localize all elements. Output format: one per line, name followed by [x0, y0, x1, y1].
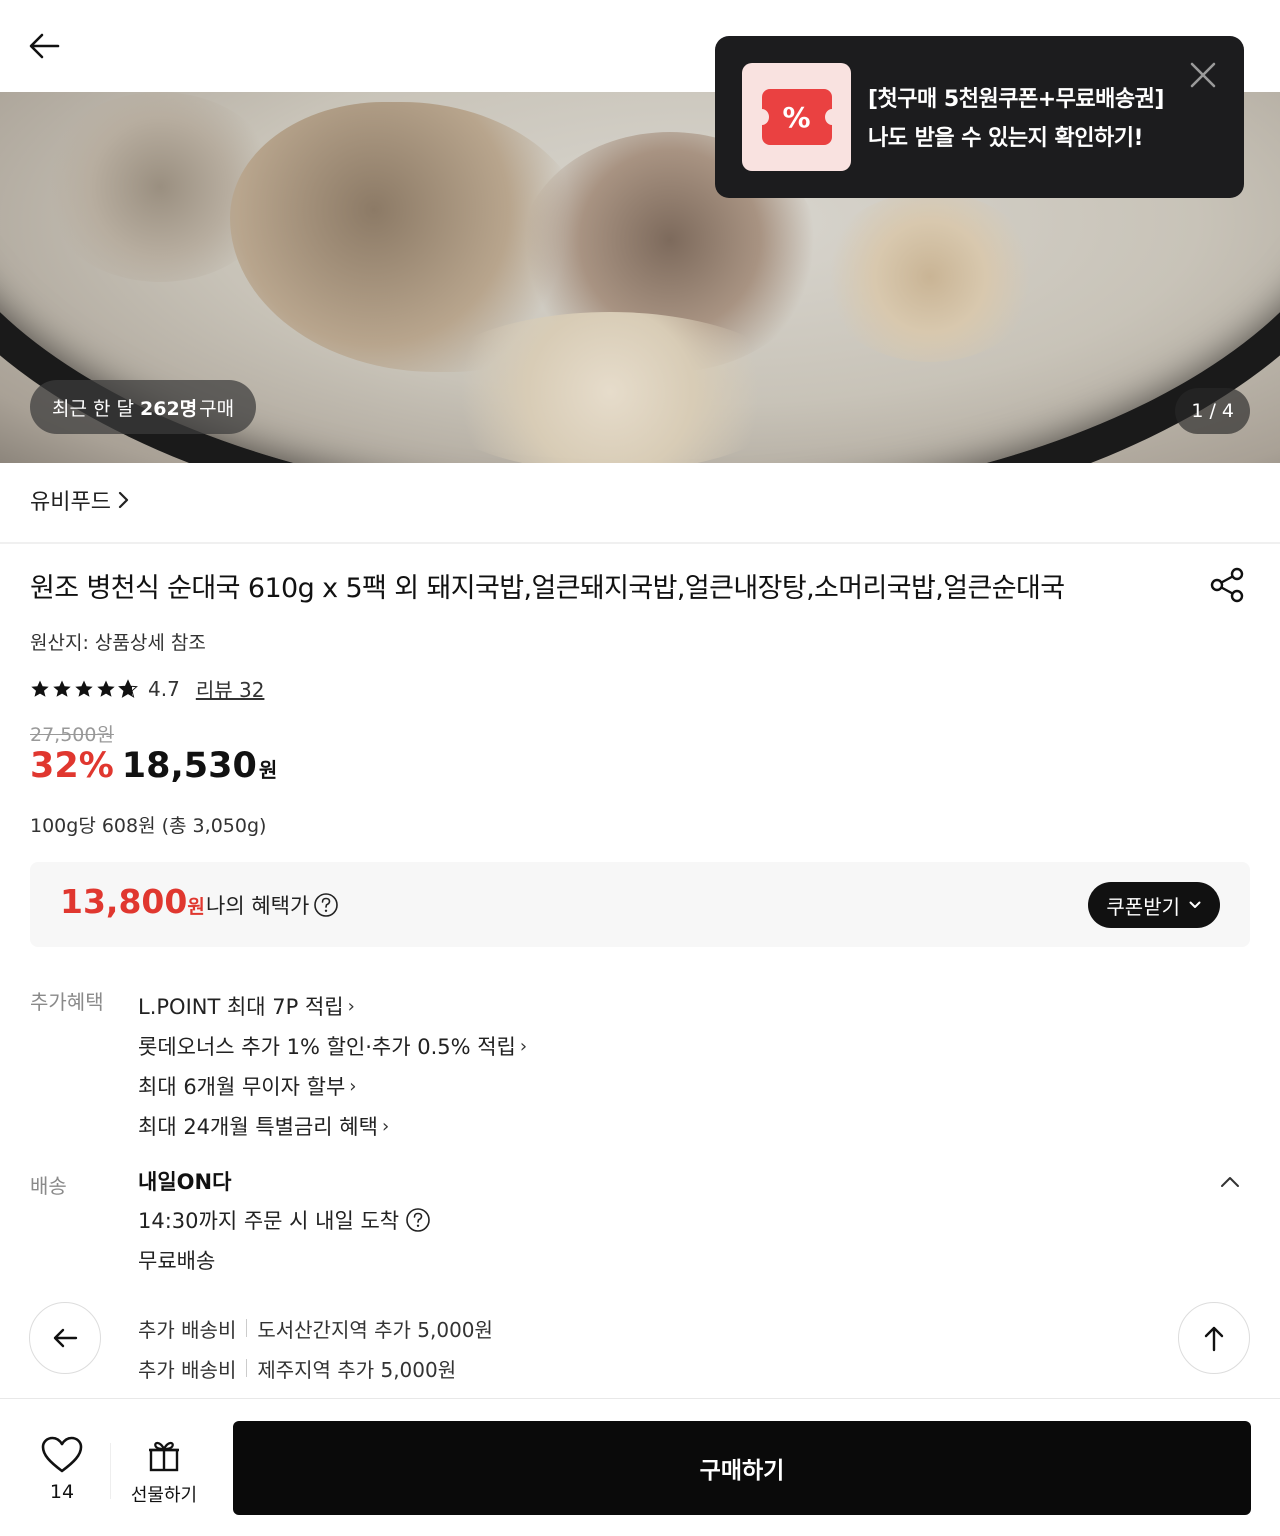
benefit-item-label: L.POINT 최대 7P 적립 — [138, 995, 344, 1019]
extra-shipping-value: 제주지역 추가 5,000원 — [257, 1357, 457, 1382]
benefit-item-special-rate[interactable]: 최대 24개월 특별금리 혜택 › — [138, 1106, 527, 1146]
benefit-price-unit: 원 — [187, 896, 205, 918]
chevron-right-icon — [118, 491, 129, 509]
extra-shipping-row: 추가 배송비 제주지역 추가 5,000원 — [138, 1348, 493, 1388]
wishlist-button[interactable]: 14 — [38, 1435, 86, 1503]
benefit-label: 나의 혜택가 — [206, 890, 339, 920]
benefit-item-lpoint[interactable]: L.POINT 최대 7P 적립 › — [138, 986, 527, 1026]
close-icon[interactable] — [1188, 60, 1218, 90]
discount-rate: 32% — [30, 746, 114, 786]
separator — [246, 1319, 248, 1337]
arrow-up-icon — [1204, 1326, 1224, 1352]
extra-shipping-fees: 추가 배송비 도서산간지역 추가 5,000원 추가 배송비 제주지역 추가 5… — [138, 1308, 493, 1388]
price-unit: 원 — [258, 758, 278, 782]
shipping-label: 배송 — [30, 1174, 67, 1198]
section-divider — [0, 542, 1280, 544]
shipping-title: 내일ON다 — [138, 1170, 232, 1194]
arrow-left-icon — [29, 33, 60, 59]
scroll-top-button[interactable] — [1178, 1302, 1250, 1374]
shipping-info: 내일ON다 14:30까지 주문 시 내일 도착 무료배송 — [138, 1166, 431, 1280]
wishlist-count: 14 — [49, 1481, 75, 1503]
sale-price: 18,530 — [121, 746, 257, 786]
rating-stars — [30, 678, 138, 699]
gift-button[interactable]: 선물하기 — [128, 1437, 200, 1507]
brand-name: 유비푸드 — [30, 490, 111, 515]
buyers-count: 262명 — [140, 397, 198, 420]
first-purchase-coupon-popup[interactable]: % [첫구매 5천원쿠폰+무료배송권] 나도 받을 수 있는지 확인하기! — [715, 36, 1244, 198]
gift-label: 선물하기 — [130, 1485, 198, 1506]
chevron-up-icon[interactable] — [1218, 1170, 1242, 1194]
rating-row: 4.7 리뷰 32 — [30, 674, 264, 703]
buyers-prefix: 최근 한 달 — [52, 397, 134, 420]
help-icon[interactable] — [313, 892, 339, 918]
original-price: 27,500원 — [30, 724, 114, 746]
floating-back-button[interactable] — [29, 1302, 101, 1374]
gift-icon — [149, 1441, 179, 1472]
get-coupon-label: 쿠폰받기 — [1106, 894, 1180, 919]
origin-info: 원산지: 상품상세 참조 — [30, 632, 206, 654]
benefit-price-value: 13,800 — [60, 882, 188, 921]
benefit-label-text: 나의 혜택가 — [206, 894, 310, 918]
product-title: 원조 병천식 순대국 610g x 5팩 외 돼지국밥,얼큰돼지국밥,얼큰내장탕… — [30, 573, 1065, 604]
coupon-icon: % — [742, 63, 851, 171]
coupon-popup-line2: 나도 받을 수 있는지 확인하기! — [868, 126, 1144, 151]
help-icon[interactable] — [405, 1207, 431, 1233]
ticket-icon: % — [754, 89, 839, 145]
star-icon — [97, 680, 115, 697]
benefit-item-installment[interactable]: 최대 6개월 무이자 할부 › — [138, 1066, 527, 1106]
coupon-popup-text[interactable]: [첫구매 5천원쿠폰+무료배송권] 나도 받을 수 있는지 확인하기! — [868, 80, 1164, 158]
extra-shipping-value: 도서산간지역 추가 5,000원 — [257, 1317, 493, 1342]
buy-button[interactable]: 구매하기 — [233, 1421, 1251, 1515]
star-icon — [75, 680, 93, 697]
buyers-suffix: 구매 — [199, 397, 235, 420]
get-coupon-button[interactable]: 쿠폰받기 — [1088, 882, 1220, 928]
coupon-popup-line1: [첫구매 5천원쿠폰+무료배송권] — [868, 87, 1164, 112]
benefit-item-lotte-owners[interactable]: 롯데오너스 추가 1% 할인·추가 0.5% 적립 › — [138, 1026, 527, 1066]
review-link[interactable]: 리뷰 32 — [196, 674, 265, 703]
back-button[interactable] — [22, 24, 66, 68]
benefit-item-label: 롯데오너스 추가 1% 할인·추가 0.5% 적립 — [138, 1035, 516, 1059]
recent-buyers-badge: 최근 한 달 262명 구매 — [30, 380, 257, 434]
benefit-item-label: 최대 6개월 무이자 할부 — [138, 1075, 346, 1099]
image-page-indicator: 1 / 4 — [1175, 388, 1250, 434]
star-half-icon — [118, 678, 138, 698]
extra-shipping-label: 추가 배송비 — [138, 1317, 237, 1342]
chevron-right-icon: › — [381, 1115, 390, 1137]
extra-benefits-label: 추가혜택 — [30, 990, 104, 1014]
extra-benefits-list: L.POINT 최대 7P 적립 › 롯데오너스 추가 1% 할인·추가 0.5%… — [138, 986, 527, 1146]
separator — [110, 1443, 111, 1499]
share-icon[interactable] — [1208, 566, 1246, 604]
shipping-cutoff: 14:30까지 주문 시 내일 도착 — [138, 1200, 431, 1240]
shipping-cutoff-text: 14:30까지 주문 시 내일 도착 — [138, 1209, 400, 1233]
heart-icon — [41, 1436, 83, 1473]
star-icon — [31, 680, 49, 697]
price-row: 32% 18,530 원 — [30, 746, 277, 786]
rating-value: 4.7 — [148, 676, 180, 701]
shipping-fee: 무료배송 — [138, 1249, 216, 1273]
unit-price: 100g당 608원 (총 3,050g) — [30, 815, 267, 837]
chevron-down-icon — [1189, 901, 1201, 908]
chevron-right-icon: › — [347, 995, 355, 1017]
arrow-left-icon — [53, 1328, 78, 1348]
chevron-right-icon: › — [519, 1035, 528, 1057]
separator — [246, 1359, 248, 1377]
brand-link[interactable]: 유비푸드 — [30, 484, 131, 516]
benefit-item-label: 최대 24개월 특별금리 혜택 — [138, 1115, 378, 1139]
extra-shipping-row: 추가 배송비 도서산간지역 추가 5,000원 — [138, 1308, 493, 1348]
bottom-action-bar: 14 선물하기 구매하기 — [0, 1398, 1280, 1536]
chevron-right-icon: › — [349, 1075, 357, 1097]
benefit-price: 13,800원 — [60, 882, 205, 921]
benefit-price-box: 13,800원 나의 혜택가 쿠폰받기 — [30, 862, 1250, 947]
extra-shipping-label: 추가 배송비 — [138, 1357, 237, 1382]
star-icon — [53, 680, 71, 697]
